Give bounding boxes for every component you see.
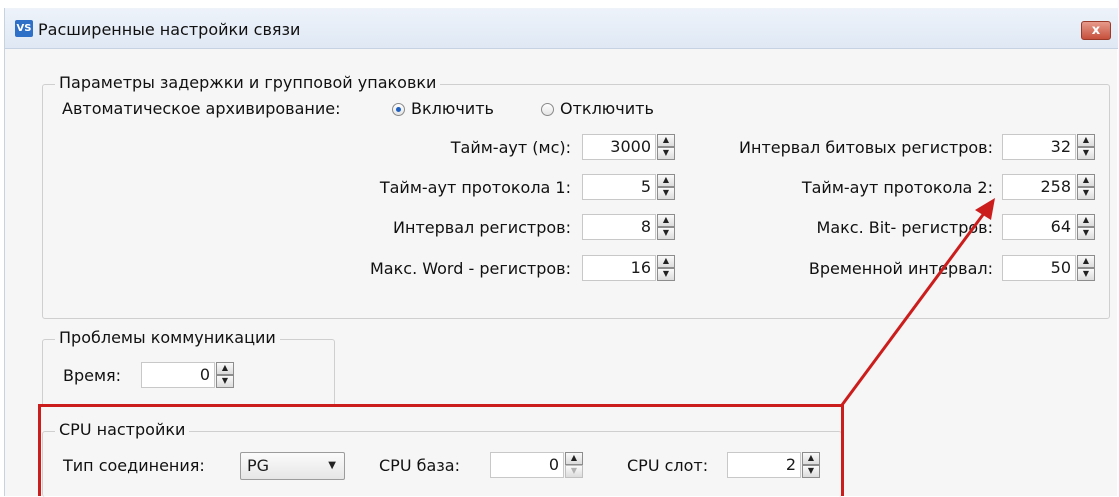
annotation-arrow-head: [975, 198, 995, 220]
annotation-arrow: [840, 198, 995, 406]
annotation-arrow-line: [840, 211, 987, 406]
